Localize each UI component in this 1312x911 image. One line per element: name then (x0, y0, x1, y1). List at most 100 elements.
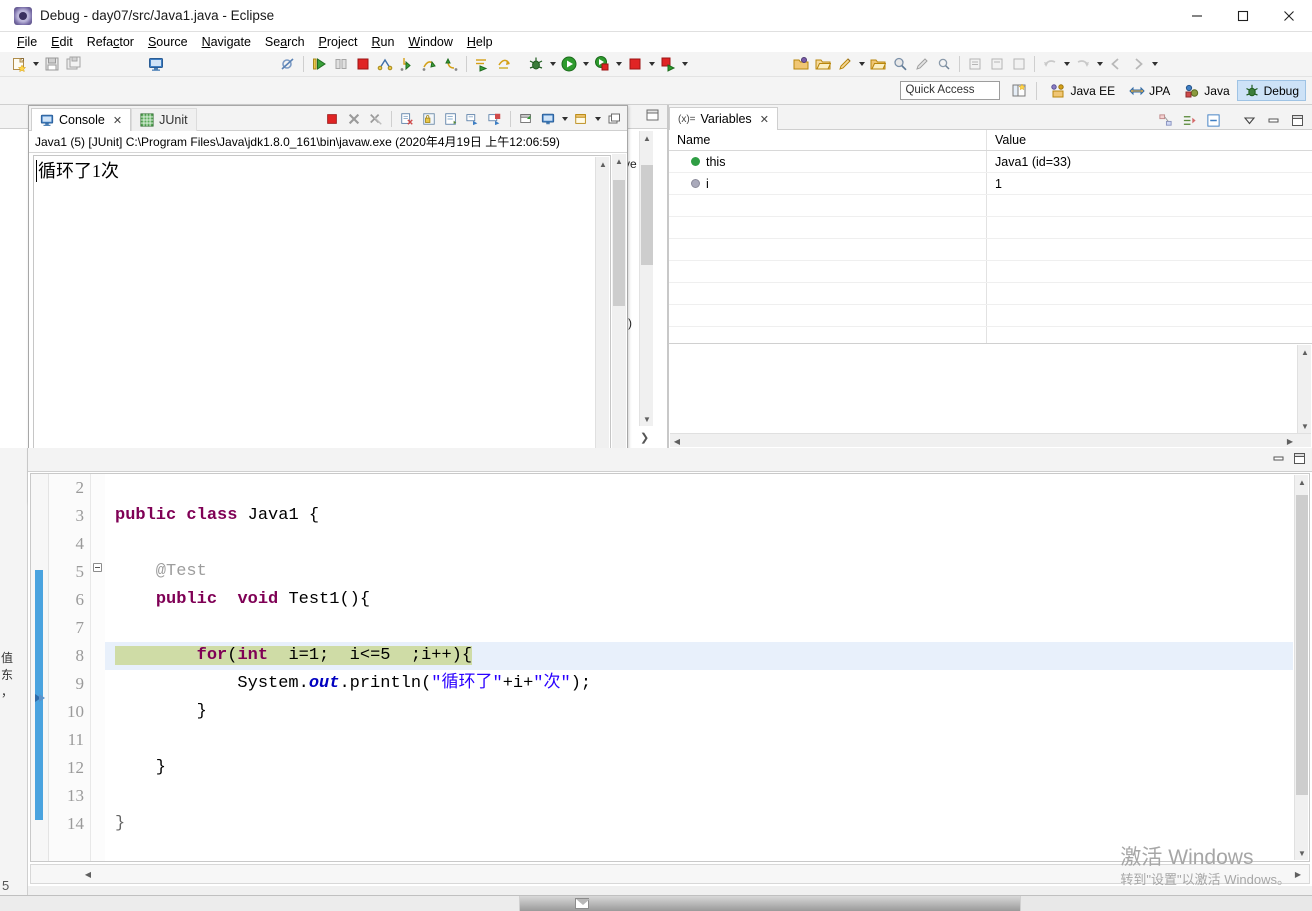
remove-launch-icon[interactable] (343, 108, 365, 130)
pen-icon[interactable] (911, 53, 933, 75)
console-outer-vscrollbar[interactable]: ▲ ▼ (612, 154, 626, 484)
table-row[interactable]: this Java1 (id=33) (669, 151, 1312, 173)
console-output-area[interactable]: 循环了1次 ▲ ▼ (33, 155, 611, 480)
open-type-icon[interactable] (812, 53, 834, 75)
previous-annotation-icon[interactable] (964, 53, 986, 75)
external-tools-dropdown-arrow[interactable] (679, 53, 690, 75)
coverage-icon[interactable] (591, 53, 613, 75)
word-wrap-icon[interactable] (440, 108, 462, 130)
step-over-icon[interactable] (418, 53, 440, 75)
drop-to-frame-icon[interactable] (471, 53, 493, 75)
save-icon[interactable] (41, 53, 63, 75)
annotation-icon[interactable] (933, 53, 955, 75)
tab-junit[interactable]: JUnit (131, 108, 197, 131)
pin-console-icon[interactable] (515, 108, 537, 130)
external-tools-icon[interactable] (657, 53, 679, 75)
console-restore-icon[interactable] (603, 108, 625, 130)
new-dropdown-arrow[interactable] (30, 53, 41, 75)
code-text-area[interactable]: public class Java1 { @Test public void T… (105, 474, 1293, 861)
variables-detail-scrollbar[interactable]: ▲ ▼ (1297, 345, 1311, 447)
terminate-icon[interactable] (352, 53, 374, 75)
disconnect-icon[interactable] (374, 53, 396, 75)
maximize-icon[interactable] (1293, 452, 1306, 468)
minimize-icon[interactable] (1272, 452, 1285, 468)
annotation-ruler[interactable] (31, 474, 49, 861)
menu-search[interactable]: Search (258, 33, 312, 51)
nav-forward-icon[interactable] (1127, 53, 1149, 75)
new-class-dropdown-arrow[interactable] (856, 53, 867, 75)
show-console-on-error-icon[interactable] (484, 108, 506, 130)
maximize-button[interactable] (1220, 0, 1266, 32)
nav-dropdown-arrow[interactable] (1149, 53, 1160, 75)
quick-access-input[interactable]: Quick Access (900, 81, 1001, 100)
debug-icon[interactable] (525, 53, 547, 75)
folding-ruler[interactable] (91, 474, 105, 861)
perspective-jpa[interactable]: JPA (1122, 80, 1177, 101)
console-vscrollbar[interactable]: ▲ ▼ (595, 157, 609, 478)
fold-marker-icon[interactable] (93, 563, 102, 572)
view-menu-icon[interactable] (1238, 109, 1260, 131)
step-return-icon[interactable] (440, 53, 462, 75)
open-console-icon[interactable] (570, 108, 592, 130)
new-java-package-icon[interactable] (790, 53, 812, 75)
back-dropdown-arrow[interactable] (1061, 53, 1072, 75)
perspective-java-ee[interactable]: Java EE (1043, 80, 1122, 101)
open-console-dropdown-arrow[interactable] (592, 108, 603, 130)
next-annotation-icon[interactable] (986, 53, 1008, 75)
menu-source[interactable]: Source (141, 33, 195, 51)
print-screen-icon[interactable] (145, 53, 167, 75)
editor-hscrollbar[interactable]: ◀ ▶ (30, 864, 1310, 884)
new-wizard-icon[interactable] (8, 53, 30, 75)
new-class-icon[interactable] (834, 53, 856, 75)
search-icon[interactable] (889, 53, 911, 75)
show-logical-structure-icon[interactable] (1154, 109, 1176, 131)
skip-all-breakpoints-icon[interactable] (277, 53, 299, 75)
menu-help[interactable]: Help (460, 33, 500, 51)
run-dropdown-arrow[interactable] (580, 53, 591, 75)
tab-console[interactable]: Console ✕ (31, 108, 132, 131)
clear-console-icon[interactable] (396, 108, 418, 130)
close-icon[interactable]: ✕ (760, 113, 769, 126)
variables-detail-pane[interactable]: ▲ ▼ ◀ ▶ (669, 343, 1312, 448)
use-step-filters-icon[interactable] (493, 53, 515, 75)
collapse-all-icon[interactable] (1178, 109, 1200, 131)
resume-icon[interactable] (308, 53, 330, 75)
editor-body[interactable]: 2 3 4 5 6 7 8 9 10 11 12 13 14 public cl… (30, 473, 1310, 862)
forward-icon[interactable] (1072, 53, 1094, 75)
debug-view-scrollbar[interactable]: ▲ ▼ (639, 131, 653, 426)
debug-view-hscroll-arrow[interactable]: ❯ (640, 431, 649, 444)
last-edit-location-icon[interactable] (1008, 53, 1030, 75)
perspective-java[interactable]: Java (1177, 80, 1236, 101)
menu-window[interactable]: Window (401, 33, 459, 51)
menu-refactor[interactable]: Refactor (80, 33, 141, 51)
menu-run[interactable]: Run (364, 33, 401, 51)
scroll-lock-icon[interactable] (418, 108, 440, 130)
variables-detail-hscroll[interactable]: ◀ ▶ (670, 433, 1311, 447)
stop-dropdown-arrow[interactable] (646, 53, 657, 75)
run-icon[interactable] (558, 53, 580, 75)
nav-back-icon[interactable] (1105, 53, 1127, 75)
windows-taskbar[interactable] (0, 895, 1312, 911)
table-row[interactable]: i 1 (669, 173, 1312, 195)
close-icon[interactable]: ✕ (113, 114, 122, 127)
menu-file[interactable]: FFileile (10, 33, 44, 51)
remove-all-launches-icon[interactable] (365, 108, 387, 130)
column-header-value[interactable]: Value (987, 130, 1312, 150)
debug-dropdown-arrow[interactable] (547, 53, 558, 75)
forward-dropdown-arrow[interactable] (1094, 53, 1105, 75)
show-console-on-output-icon[interactable] (462, 108, 484, 130)
tab-variables[interactable]: (x)= Variables ✕ (669, 107, 778, 130)
mail-icon[interactable] (575, 898, 590, 909)
debug-view-restore-icon[interactable] (646, 109, 659, 125)
editor-vscrollbar[interactable]: ▲ ▼ (1294, 475, 1308, 860)
perspective-debug[interactable]: Debug (1236, 80, 1306, 101)
coverage-dropdown-arrow[interactable] (613, 53, 624, 75)
collapse-icon[interactable] (1202, 109, 1224, 131)
open-perspective-icon[interactable] (1008, 81, 1030, 101)
menu-edit[interactable]: Edit (44, 33, 80, 51)
minimize-button[interactable] (1174, 0, 1220, 32)
suspend-icon[interactable] (330, 53, 352, 75)
menu-project[interactable]: Project (312, 33, 365, 51)
minimize-icon[interactable] (1262, 109, 1284, 131)
back-icon[interactable] (1039, 53, 1061, 75)
